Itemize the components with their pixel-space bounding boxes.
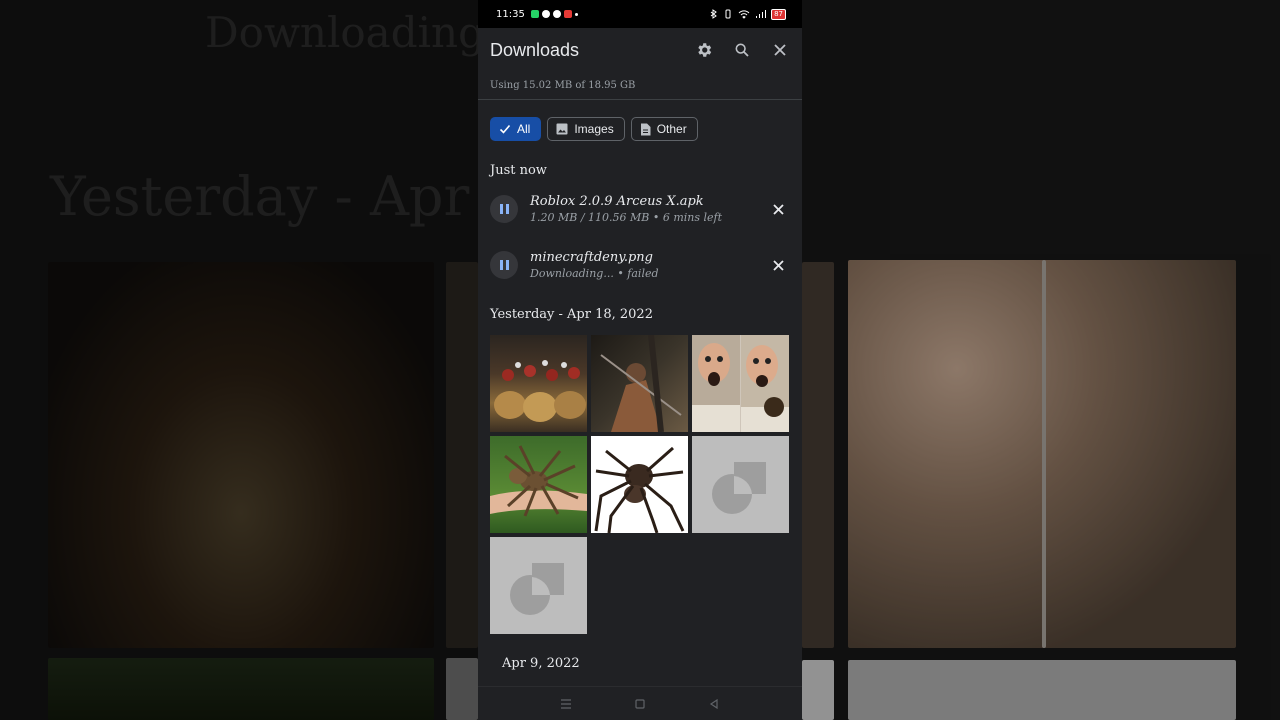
recents-button[interactable]: [558, 696, 574, 712]
download-status: 1.20 MB / 110.56 MB • 6 mins left: [530, 211, 723, 224]
pause-icon: [505, 260, 509, 270]
more-notifications-icon: [574, 12, 578, 16]
download-status: Downloading... • failed: [530, 267, 659, 280]
cancel-download-button[interactable]: [766, 253, 790, 277]
pause-icon: [499, 260, 503, 270]
download-item[interactable]: minecraftdeny.png Downloading... • faile…: [478, 237, 802, 293]
messenger-notification-icon: [552, 10, 561, 18]
pause-button[interactable]: [490, 251, 518, 279]
pause-icon: [505, 204, 509, 214]
giant-spider-image: [594, 446, 685, 533]
system-nav-bar: [478, 686, 802, 720]
filter-chip-label: Images: [574, 122, 614, 136]
status-icons: 87: [710, 8, 786, 20]
download-filename: minecraftdeny.png: [530, 250, 653, 265]
search-icon: [735, 43, 749, 57]
image-thumbnail[interactable]: [591, 335, 688, 432]
image-thumbnail[interactable]: [490, 436, 587, 533]
filter-chip-label: Other: [656, 122, 687, 136]
image-thumbnail[interactable]: [490, 335, 587, 432]
image-icon: [556, 123, 568, 135]
filter-chips: All Images Other: [478, 100, 802, 146]
phone-screen: 11:35 87 Downloads Using 15.02 MB of 18.…: [478, 0, 802, 720]
status-bar: 11:35 87: [478, 0, 802, 28]
close-button[interactable]: [770, 40, 790, 60]
signal-icon: [756, 10, 767, 18]
background-dim: [802, 0, 1280, 720]
back-button[interactable]: [706, 696, 722, 712]
video-frame: Downloading... Yesterday - Apr 11:35: [0, 0, 1280, 720]
image-thumbnail[interactable]: [490, 537, 587, 634]
close-icon: [774, 44, 786, 56]
image-placeholder-icon: [712, 462, 766, 514]
filter-chip-label: All: [517, 122, 531, 136]
tarantula-on-arm-image: [490, 445, 587, 517]
close-icon: [772, 203, 784, 215]
download-filename: Roblox 2.0.9 Arceus X.apk: [530, 194, 704, 209]
download-text: Roblox 2.0.9 Arceus X.apk 1.20 MB / 110.…: [530, 194, 766, 224]
vibrate-icon: [725, 9, 731, 19]
page-title: Downloads: [490, 39, 580, 60]
storage-usage: Using 15.02 MB of 18.95 GB: [478, 72, 802, 100]
image-placeholder-icon: [510, 563, 564, 615]
spartan-soldiers-image: [494, 360, 586, 422]
filter-chip-all[interactable]: All: [490, 117, 542, 141]
filter-chip-images[interactable]: Images: [547, 117, 625, 141]
youtube-notification-icon: [563, 10, 572, 18]
pause-button[interactable]: [490, 195, 518, 223]
battery-indicator: 87: [771, 8, 786, 20]
app-bar-actions: [694, 40, 790, 60]
spartan-warrior-image: [600, 335, 682, 432]
document-icon: [640, 123, 651, 135]
back-triangle-icon: [709, 698, 718, 709]
image-thumbnail[interactable]: [591, 436, 688, 533]
close-icon: [772, 259, 784, 271]
background-left: Downloading... Yesterday - Apr: [0, 0, 478, 720]
check-icon: [499, 124, 511, 134]
square-icon: [635, 698, 645, 709]
section-heading-yesterday: Yesterday - Apr 18, 2022: [490, 307, 653, 322]
background-dim: [0, 0, 478, 720]
section-heading-just-now: Just now: [490, 163, 547, 178]
app-bar: Downloads: [478, 28, 802, 72]
screaming-man-tarantula-image: [692, 335, 789, 432]
wifi-icon: [738, 10, 750, 19]
home-button[interactable]: [632, 696, 648, 712]
discord-notification-icon: [541, 10, 550, 18]
download-item[interactable]: Roblox 2.0.9 Arceus X.apk 1.20 MB / 110.…: [478, 181, 802, 237]
image-thumbnail[interactable]: [692, 335, 789, 432]
search-button[interactable]: [732, 40, 752, 60]
image-thumbnail[interactable]: [692, 436, 789, 533]
background-right: [802, 0, 1280, 720]
settings-button[interactable]: [694, 40, 714, 60]
status-time: 11:35: [496, 8, 525, 20]
menu-icon: [561, 698, 571, 709]
bluetooth-icon: [710, 9, 717, 19]
section-heading-apr9: Apr 9, 2022: [502, 656, 580, 671]
whatsapp-notification-icon: [530, 10, 539, 18]
cancel-download-button[interactable]: [766, 197, 790, 221]
gear-icon: [698, 43, 712, 57]
download-text: minecraftdeny.png Downloading... • faile…: [530, 250, 766, 280]
pause-icon: [499, 204, 503, 214]
filter-chip-other[interactable]: Other: [630, 117, 698, 141]
